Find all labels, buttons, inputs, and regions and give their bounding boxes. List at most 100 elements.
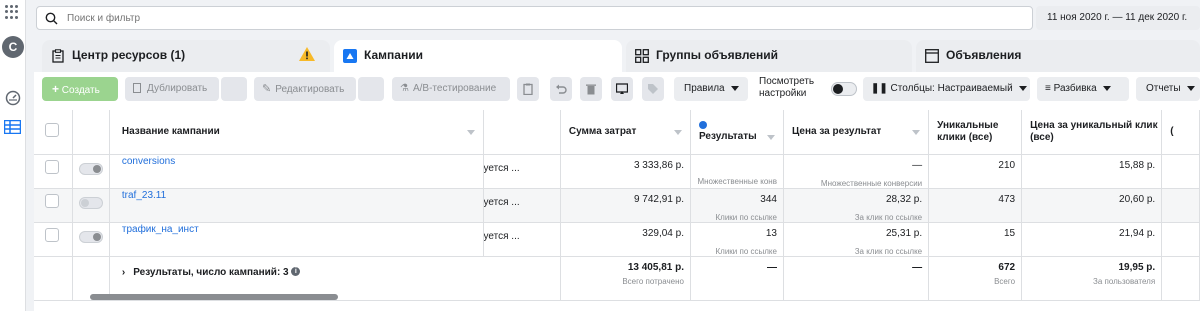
tag-button[interactable] <box>642 77 664 101</box>
campaign-name-link[interactable]: conversions <box>122 156 175 167</box>
row-checkbox[interactable] <box>45 159 59 174</box>
toggle-cell <box>72 188 110 223</box>
grid-icon <box>635 49 649 63</box>
campaign-toggle[interactable] <box>78 230 103 243</box>
undo-button[interactable] <box>550 77 572 101</box>
delete-button[interactable] <box>580 77 602 101</box>
summary-empty-cell <box>34 256 73 301</box>
toggle-knob <box>833 84 843 94</box>
duplicate-button[interactable]: Дублировать <box>125 77 219 101</box>
sort-icon[interactable] <box>466 130 475 136</box>
partial-cell <box>1161 222 1200 257</box>
toggle-cell <box>72 222 110 257</box>
unique-clicks-cell: 210 <box>928 154 1023 189</box>
campaigns-table: Название кампании Сумма затрат Результат… <box>34 110 1200 301</box>
date-range-picker[interactable]: 11 ноя 2020 г. — 11 дек 2020 г. <box>1036 6 1200 30</box>
cost-per-result-header[interactable]: Цена за результат <box>783 110 930 155</box>
summary-cpr-cell: — <box>783 256 930 301</box>
spend-cell: 3 333,86 р. <box>560 154 692 189</box>
breakdown-dropdown[interactable]: ≡ Разбивка <box>1037 77 1129 101</box>
results-cell: 344 Клики по ссылке <box>690 188 784 223</box>
left-rail: C <box>0 0 26 311</box>
search-bar[interactable] <box>36 6 1033 30</box>
unique-clicks-cell: 15 <box>928 222 1023 257</box>
preview-icon <box>616 83 628 94</box>
view-settings-toggle[interactable] <box>831 82 857 96</box>
spend-cell: 9 742,91 р. <box>560 188 692 223</box>
columns-dropdown[interactable]: ❚❚ Столбцы: Настраиваемый <box>863 77 1030 101</box>
tab-label: Центр ресурсов (1) <box>72 48 186 62</box>
ad-icon <box>925 49 939 63</box>
partial-cell <box>1161 154 1200 189</box>
campaign-name-link[interactable]: traf_23.11 <box>122 190 166 201</box>
campaign-toggle[interactable] <box>78 162 103 175</box>
results-column-header[interactable]: Результаты <box>690 110 784 155</box>
partial-cell <box>1161 188 1200 223</box>
ab-test-button[interactable]: ⚗ A/B-тестирование <box>392 77 510 101</box>
pencil-icon: ✎ <box>262 83 272 95</box>
cost-per-result-cell: — Множественные конверсии <box>783 154 930 189</box>
delivery-column-header <box>483 110 561 155</box>
plus-icon: + <box>52 82 60 96</box>
select-all-cell <box>34 110 73 155</box>
tab-ads[interactable]: Объявления <box>916 40 1200 73</box>
results-cell: 13 Клики по ссылке <box>690 222 784 257</box>
cost-per-unique-cell: 21,94 р. <box>1021 222 1163 257</box>
clipboard-icon <box>52 49 64 63</box>
toggle-knob <box>92 232 101 241</box>
duplicate-dropdown[interactable] <box>221 77 247 101</box>
campaign-toggle[interactable] <box>78 196 103 209</box>
cost-per-result-cell: 28,32 р. За клик по ссылке <box>783 188 930 223</box>
table-row: трафик_на_инст уется ... 329,04 р. 13 Кли… <box>34 222 1200 257</box>
avatar[interactable]: C <box>2 36 24 58</box>
info-icon[interactable]: i <box>291 267 301 277</box>
summary-empty-cell <box>1161 256 1200 301</box>
rules-dropdown[interactable]: Правила <box>674 77 748 101</box>
summary-results-cell: — <box>690 256 784 301</box>
name-column-header[interactable]: Название кампании <box>109 110 484 155</box>
select-all-checkbox[interactable] <box>45 123 59 138</box>
row-checkbox[interactable] <box>45 227 59 242</box>
spend-column-header[interactable]: Сумма затрат <box>560 110 692 155</box>
apps-grid-icon[interactable] <box>5 5 19 19</box>
dashboard-icon[interactable] <box>5 90 21 106</box>
tab-label: Кампании <box>364 48 423 62</box>
sort-icon[interactable] <box>766 135 775 141</box>
delivery-cell: уется ... <box>483 154 561 189</box>
tab-ad-sets[interactable]: Группы объявлений <box>626 40 912 73</box>
row-checkbox[interactable] <box>45 193 59 208</box>
search-input[interactable] <box>67 10 967 26</box>
clipboard-button[interactable] <box>517 77 539 101</box>
edit-button[interactable]: ✎ Редактировать <box>254 77 356 101</box>
chevron-down-icon <box>731 85 740 91</box>
summary-spend-cell: 13 405,81 р. Всего потрачено <box>560 256 692 301</box>
preview-button[interactable] <box>611 77 633 101</box>
flask-icon: ⚗ <box>400 83 409 94</box>
edit-dropdown[interactable] <box>358 77 384 101</box>
spend-cell: 329,04 р. <box>560 222 692 257</box>
unique-clicks-cell: 473 <box>928 188 1023 223</box>
create-button[interactable]: + Создать <box>42 77 118 101</box>
cost-per-unique-header[interactable]: Цена за уникальный клик (все) <box>1021 110 1163 155</box>
delivery-cell: уется ... <box>483 222 561 257</box>
tab-resource-center[interactable]: Центр ресурсов (1) <box>42 40 330 73</box>
horizontal-scrollbar[interactable] <box>90 294 338 300</box>
info-icon[interactable] <box>699 121 707 130</box>
tab-label: Группы объявлений <box>656 48 778 62</box>
unique-clicks-header[interactable]: Уникальные клики (все) <box>928 110 1023 155</box>
chevron-down-icon <box>1187 85 1196 91</box>
tab-campaigns[interactable]: Кампании <box>334 40 622 73</box>
toggle-cell <box>72 154 110 189</box>
search-icon <box>45 12 58 25</box>
row-checkbox-cell <box>34 188 73 223</box>
sort-icon[interactable] <box>674 130 682 136</box>
columns-icon: ❚❚ <box>871 83 888 94</box>
reports-dropdown[interactable]: Отчеты <box>1136 77 1200 101</box>
expand-chevron-icon[interactable]: › <box>122 267 125 278</box>
chevron-down-icon <box>1103 85 1112 91</box>
campaign-name-link[interactable]: трафик_на_инст <box>122 224 199 235</box>
table-view-icon[interactable] <box>4 120 21 134</box>
tab-label: Объявления <box>946 48 1022 62</box>
campaign-name-cell: трафик_на_инст <box>109 222 484 257</box>
sort-icon[interactable] <box>912 130 921 136</box>
